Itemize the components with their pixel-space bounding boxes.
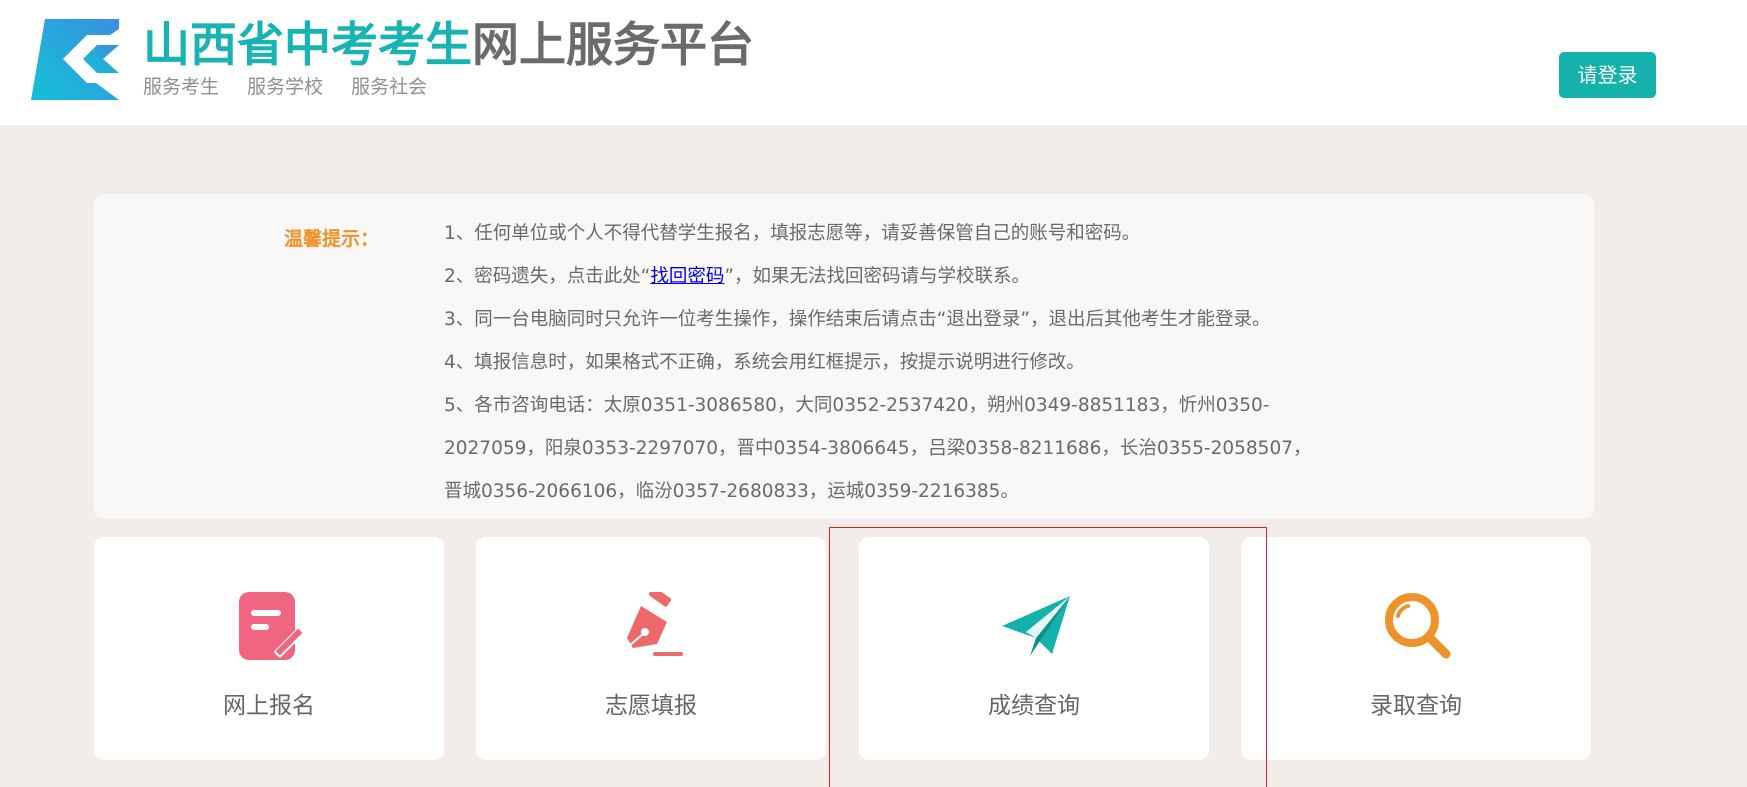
notice-line: 4、填报信息时，如果格式不正确，系统会用红框提示，按提示说明进行修改。: [444, 352, 1085, 373]
notice-line: 5、各市咨询电话：太原0351-3086580，大同0352-2537420，朔…: [444, 395, 1312, 502]
magnifier-icon: [1385, 593, 1451, 659]
notice-line-text: ”，如果无法找回密码请与学校联系。: [724, 266, 1030, 287]
site-header: 山西省中考考生网上服务平台 服务考生 服务学校 服务社会 请登录: [0, 0, 1747, 125]
fountain-pen-icon: [627, 592, 683, 656]
site-title-secondary: 网上服务平台: [472, 18, 754, 73]
online-registration-card[interactable]: 网上报名: [94, 537, 444, 760]
card-label: 网上报名: [223, 693, 315, 719]
notice-line-text: 2、密码遗失，点击此处“: [444, 266, 651, 287]
logo-icon: [31, 19, 119, 100]
notice-line: 2、密码遗失，点击此处“找回密码”，如果无法找回密码请与学校联系。: [444, 255, 1324, 298]
notice-line: 1、任何单位或个人不得代替学生报名，填报志愿等，请妥善保管自己的账号和密码。: [444, 223, 1141, 244]
slogan-item: 服务考生: [143, 76, 220, 98]
slogan-row: 服务考生 服务学校 服务社会: [143, 72, 449, 99]
login-button[interactable]: 请登录: [1559, 52, 1656, 98]
registration-form-icon: [239, 592, 305, 660]
notice-label: 温馨提示：: [284, 228, 380, 250]
admission-query-card[interactable]: 录取查询: [1241, 537, 1591, 760]
notice-panel: 温馨提示： 1、任何单位或个人不得代替学生报名，填报志愿等，请妥善保管自己的账号…: [94, 194, 1594, 519]
slogan-item: 服务学校: [247, 76, 324, 98]
notice-list: 1、任何单位或个人不得代替学生报名，填报志愿等，请妥善保管自己的账号和密码。 2…: [444, 212, 1324, 513]
recover-password-link[interactable]: 找回密码: [650, 266, 724, 287]
highlight-frame: [829, 527, 1267, 787]
card-label: 志愿填报: [605, 693, 697, 719]
site-title-primary: 山西省中考考生: [143, 18, 472, 73]
card-label: 录取查询: [1370, 693, 1462, 719]
notice-line: 3、同一台电脑同时只允许一位考生操作，操作结束后请点击“退出登录”，退出后其他考…: [444, 309, 1271, 330]
site-title: 山西省中考考生网上服务平台: [143, 16, 754, 76]
volunteer-fill-card[interactable]: 志愿填报: [476, 537, 826, 760]
slogan-item: 服务社会: [351, 76, 428, 98]
